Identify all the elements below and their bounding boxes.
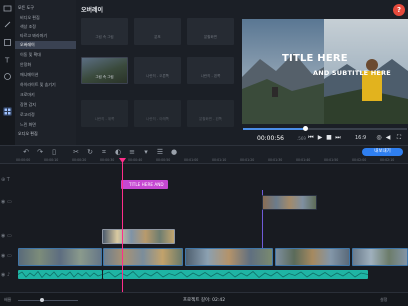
rotate-icon[interactable]: ↻ (86, 148, 94, 156)
magic-wand-icon[interactable] (3, 20, 12, 29)
category-header: 모든 도구 (18, 5, 34, 10)
overlay-track-icon[interactable]: ◉ ▭ (1, 199, 15, 207)
video-track-icon[interactable]: ◉ ▭ (1, 253, 15, 261)
overlay-track-icon[interactable]: ◉ ▭ (1, 233, 15, 241)
more-tools-icon[interactable] (3, 107, 12, 116)
overlay-thumb[interactable]: 분할화면 - 왼쪽 (187, 100, 234, 127)
preview-scrubber[interactable] (243, 126, 407, 131)
overlay-thumb[interactable]: 그림 속 그림 (81, 18, 128, 45)
video-title-text: TITLE HERE (282, 53, 348, 64)
title-clip[interactable]: TITLE HERE AND (121, 180, 168, 189)
export-button[interactable]: 내보내기 (362, 148, 403, 156)
snapshot-icon[interactable]: ◎ (376, 135, 382, 141)
ruler-tick-label: 00:01:30 (268, 158, 283, 162)
timeline-toolbar: ↶ ↷ ▯ ✂ ↻ ⌗ ◐ ≡ ▾ ☰ ● 내보내기 (0, 146, 408, 158)
category-chroma-key[interactable]: 크로마키 (15, 91, 76, 99)
overlay-thumb[interactable]: 나란히 - 왼쪽 (187, 57, 234, 84)
text-icon[interactable]: T (3, 55, 12, 65)
video-clip[interactable] (18, 248, 102, 266)
equalizer-icon[interactable]: ≡ (128, 148, 136, 156)
tool-category-list: 모든 도구 비디오 편집 색상 조정 타르고 봐라마기 오버레이 이동 및 확대… (15, 0, 76, 145)
ruler-tick-label: 00:01:10 (212, 158, 227, 162)
transition-icon[interactable] (3, 38, 12, 47)
category-animation[interactable]: 애니메이션 (15, 71, 76, 79)
category-scene-detect[interactable]: 장면 감지 (15, 101, 76, 109)
video-clip[interactable] (275, 248, 350, 266)
record-icon[interactable]: ● (170, 148, 178, 156)
tool-rail: T (0, 0, 15, 145)
ruler-tick-label: 00:01:50 (324, 158, 339, 162)
settings-button[interactable]: 설정 (380, 297, 387, 303)
crop-icon[interactable]: ⌗ (100, 148, 108, 156)
video-clip[interactable] (103, 248, 183, 266)
ruler-tick-label: 00:01:20 (240, 158, 255, 162)
video-clip[interactable] (185, 248, 273, 266)
category-video-edit[interactable]: 비디오 편집 (15, 14, 76, 22)
scrubber-fill (243, 128, 306, 130)
skip-end-icon[interactable]: ⏭ (335, 135, 341, 141)
category-color[interactable]: 색상 조정 (15, 23, 76, 31)
ruler-tick-label: 00:00:30 (100, 158, 115, 162)
fullscreen-icon[interactable]: ⛶ (396, 135, 402, 141)
pip-clip[interactable] (102, 229, 175, 244)
ruler-tick-label: 00:00:00 (16, 158, 31, 162)
play-icon[interactable]: ▶ (317, 135, 323, 141)
ruler-tick-label: 00:00:10 (44, 158, 59, 162)
category-logo[interactable]: 로고리정 (15, 111, 76, 119)
delete-icon[interactable]: ▯ (50, 148, 58, 156)
overlay-clip[interactable] (262, 195, 317, 210)
playhead[interactable] (122, 158, 123, 292)
text-track-icon[interactable]: ⊕ T (1, 177, 15, 185)
aspect-ratio-select[interactable]: 16:9 (355, 135, 366, 141)
overlay-thumb[interactable]: 나란히 - 아래쪽 (134, 100, 181, 127)
panel-title: 오버레이 (81, 7, 104, 14)
category-crop[interactable]: 타르고 봐라마기 (15, 32, 76, 40)
ruler-tick-label: 00:00:40 (128, 158, 143, 162)
video-clip[interactable] (352, 248, 408, 266)
skip-start-icon[interactable]: ⏮ (308, 135, 314, 141)
overlay-panel: 오버레이 그림 속 그림 분포 분할화면 그림 속 그림 나란히 - 오른쪽 나… (76, 0, 242, 145)
current-time: 00:00:56 (257, 135, 284, 142)
stop-icon[interactable]: ■ (326, 135, 332, 141)
overlay-thumb[interactable]: 나란히 - 위쪽 (81, 100, 128, 127)
overlay-thumb[interactable]: 분할화면 (187, 18, 234, 45)
video-subtitle-text: AND SUBTITLE HERE (313, 69, 391, 77)
category-overlay[interactable]: 오버레이 (15, 41, 76, 49)
ruler-tick-label: 00:01:40 (296, 158, 311, 162)
overlay-thumb-selected[interactable]: 그림 속 그림 (81, 57, 128, 84)
clip-properties-icon[interactable]: ☰ (156, 148, 164, 156)
category-pan-zoom[interactable]: 이동 및 확대 (15, 51, 76, 59)
import-icon[interactable] (3, 4, 12, 13)
project-duration: 프로젝트 길이: 02:42 (182, 298, 226, 303)
redo-icon[interactable]: ↷ (36, 148, 44, 156)
sticker-icon[interactable] (3, 72, 12, 81)
help-button[interactable]: ? (393, 4, 405, 16)
undo-icon[interactable]: ↶ (22, 148, 30, 156)
audio-clip[interactable] (18, 270, 102, 279)
ruler-tick-label: 00:02:10 (380, 158, 395, 162)
ruler-tick-label: 00:02:00 (352, 158, 367, 162)
video-preview: TITLE HERE AND SUBTITLE HERE (242, 19, 408, 124)
svg-text:T: T (4, 57, 10, 65)
status-bar: 배율 프로젝트 길이: 02:42 설정 (0, 292, 408, 306)
category-stabilize[interactable]: 안정화 (15, 61, 76, 69)
playback-controls: 00:00:56 .569 ⏮ ▶ ■ ⏭ 16:9 ◎ ◀ ⛶ (242, 133, 408, 143)
category-highlight[interactable]: 하이라이트 및 숨기기 (15, 81, 76, 89)
overlay-thumb[interactable]: 분포 (134, 18, 181, 45)
ruler-tick-label: 00:00:20 (72, 158, 87, 162)
volume-icon[interactable]: ◀ (385, 135, 391, 141)
ruler-tick-label: 00:00:50 (156, 158, 171, 162)
audio-track-icon[interactable]: ◉ ♪ (1, 272, 15, 280)
category-audio-edit[interactable]: 오디오 편집 (15, 130, 76, 138)
overlay-thumb[interactable]: 나란히 - 오른쪽 (134, 57, 181, 84)
ruler-tick-label: 00:01:00 (184, 158, 199, 162)
split-icon[interactable]: ✂ (72, 148, 80, 156)
marker-icon[interactable]: ▾ (142, 148, 150, 156)
current-time-ms: .569 (297, 136, 306, 141)
color-icon[interactable]: ◐ (114, 148, 122, 156)
category-slow-motion[interactable]: 느린 화면 (15, 121, 76, 129)
audio-clip[interactable] (103, 270, 368, 279)
